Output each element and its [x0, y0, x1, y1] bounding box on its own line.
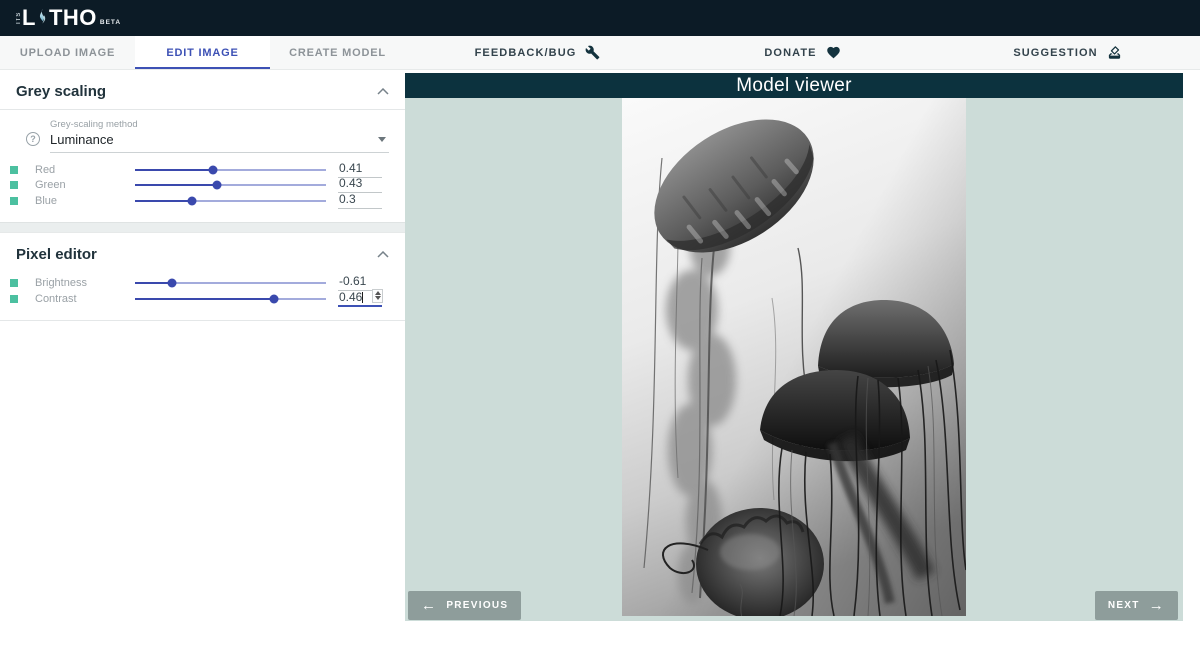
- chevron-up-icon[interactable]: [377, 88, 389, 95]
- navigation-bar: UPLOAD IMAGEEDIT IMAGECREATE MODEL FEEDB…: [0, 36, 1200, 70]
- model-viewer-title: Model viewer: [736, 75, 852, 97]
- top-logo-bar: ITS L THO BETA: [0, 0, 1200, 36]
- arrow-right-icon: →: [1149, 602, 1165, 610]
- red-slider-thumb[interactable]: [209, 165, 218, 174]
- red-slider[interactable]: [135, 169, 326, 171]
- wrench-icon: [585, 45, 600, 60]
- logo-beta-badge: BETA: [100, 19, 121, 26]
- green-slider-thumb[interactable]: [213, 181, 222, 190]
- grey-scaling-card: Grey scaling ? Grey-scaling method Lumin…: [0, 70, 405, 222]
- divider: [0, 320, 405, 321]
- next-label: NEXT: [1108, 600, 1140, 611]
- previous-label: PREVIOUS: [446, 600, 508, 611]
- number-spinner[interactable]: [372, 289, 383, 303]
- main-area: Grey scaling ? Grey-scaling method Lumin…: [0, 70, 1200, 648]
- grey-scaling-sliders: Red 0.41 Green 0.43 Blue 0.3: [0, 153, 405, 222]
- red-label: Red: [35, 164, 135, 176]
- contrast-label: Contrast: [35, 293, 135, 305]
- brightness-value-text: -0.61: [339, 274, 366, 288]
- suggestion-label: SUGGESTION: [1013, 47, 1097, 59]
- blue-label: Blue: [35, 195, 135, 207]
- color-swatch-icon: [10, 197, 18, 205]
- heart-icon: [826, 45, 841, 60]
- chevron-up-icon[interactable]: [377, 251, 389, 258]
- previous-button[interactable]: ← PREVIOUS: [408, 591, 521, 620]
- select-value: Luminance: [50, 132, 389, 147]
- spinner-up-icon[interactable]: [375, 291, 381, 295]
- tab-create-model[interactable]: CREATE MODEL: [270, 36, 405, 69]
- logo-letter-l: L: [22, 7, 36, 29]
- slider-fill: [135, 298, 274, 300]
- tab-bar: UPLOAD IMAGEEDIT IMAGECREATE MODEL: [0, 36, 405, 69]
- green-slider-row: Green 0.43: [10, 178, 389, 194]
- next-button[interactable]: NEXT →: [1095, 591, 1178, 620]
- ballot-icon: [1107, 45, 1122, 60]
- color-swatch-icon: [10, 166, 18, 174]
- slider-fill: [135, 282, 172, 284]
- edit-panel: Grey scaling ? Grey-scaling method Lumin…: [0, 70, 405, 648]
- brightness-slider[interactable]: [135, 282, 326, 284]
- dropdown-caret-icon: [378, 137, 386, 142]
- contrast-slider-thumb[interactable]: [270, 294, 279, 303]
- preview-image-jellyfish: [622, 98, 966, 616]
- green-label: Green: [35, 179, 135, 191]
- brightness-slider-row: Brightness -0.61: [10, 276, 389, 292]
- model-viewer-canvas[interactable]: ← PREVIOUS NEXT →: [405, 98, 1183, 621]
- blue-value-text: 0.3: [339, 192, 356, 206]
- tab-upload-image[interactable]: UPLOAD IMAGE: [0, 36, 135, 69]
- action-bar: FEEDBACK/BUG DONATE SUGGESTION: [405, 36, 1200, 69]
- feedback-bug-label: FEEDBACK/BUG: [475, 47, 577, 59]
- donate-label: DONATE: [764, 47, 816, 59]
- contrast-value-text: 0.46: [339, 290, 362, 304]
- grey-scaling-header[interactable]: Grey scaling: [0, 70, 405, 109]
- grey-scaling-method-select[interactable]: Grey-scaling method Luminance: [50, 119, 389, 153]
- text-cursor: [362, 292, 363, 303]
- brightness-slider-thumb[interactable]: [168, 279, 177, 288]
- pixel-editor-card: Pixel editor Brightness -0.61 Contrast 0.46: [0, 233, 405, 321]
- suggestion-button[interactable]: SUGGESTION: [935, 36, 1200, 69]
- green-value-text: 0.43: [339, 176, 362, 190]
- contrast-slider-row: Contrast 0.46: [10, 291, 389, 307]
- pixel-editor-title: Pixel editor: [16, 246, 97, 263]
- slider-fill: [135, 169, 213, 171]
- slider-fill: [135, 184, 217, 186]
- spinner-down-icon[interactable]: [375, 296, 381, 300]
- grey-scaling-method-row: ? Grey-scaling method Luminance: [0, 110, 405, 153]
- slider-fill: [135, 200, 192, 202]
- flame-icon: [37, 7, 48, 29]
- card-gap: [0, 222, 405, 233]
- pixel-editor-sliders: Brightness -0.61 Contrast 0.46: [0, 272, 405, 320]
- blue-slider-row: Blue 0.3: [10, 193, 389, 209]
- arrow-left-icon: ←: [421, 602, 437, 610]
- app-logo[interactable]: ITS L THO BETA: [16, 7, 121, 29]
- red-slider-row: Red 0.41: [10, 162, 389, 178]
- viewer-panel: Model viewer: [405, 70, 1200, 648]
- help-icon[interactable]: ?: [26, 132, 40, 146]
- tab-edit-image[interactable]: EDIT IMAGE: [135, 36, 270, 69]
- model-viewer-header: Model viewer: [405, 73, 1183, 98]
- logo-letters-tho: THO: [49, 7, 97, 29]
- grey-scaling-title: Grey scaling: [16, 83, 106, 100]
- color-swatch-icon: [10, 279, 18, 287]
- donate-button[interactable]: DONATE: [670, 36, 935, 69]
- green-slider[interactable]: [135, 184, 326, 186]
- blue-value-input[interactable]: 0.3: [338, 193, 382, 209]
- brightness-label: Brightness: [35, 277, 135, 289]
- color-swatch-icon: [10, 181, 18, 189]
- logo-main-text: L THO: [22, 7, 97, 29]
- blue-slider-thumb[interactable]: [188, 196, 197, 205]
- color-swatch-icon: [10, 295, 18, 303]
- pixel-editor-header[interactable]: Pixel editor: [0, 233, 405, 272]
- contrast-slider[interactable]: [135, 298, 326, 300]
- contrast-value-input[interactable]: 0.46: [338, 291, 382, 307]
- feedback-bug-button[interactable]: FEEDBACK/BUG: [405, 36, 670, 69]
- red-value-text: 0.41: [339, 161, 362, 175]
- select-floating-label: Grey-scaling method: [50, 119, 389, 130]
- logo-its-text: ITS: [16, 7, 22, 29]
- blue-slider[interactable]: [135, 200, 326, 202]
